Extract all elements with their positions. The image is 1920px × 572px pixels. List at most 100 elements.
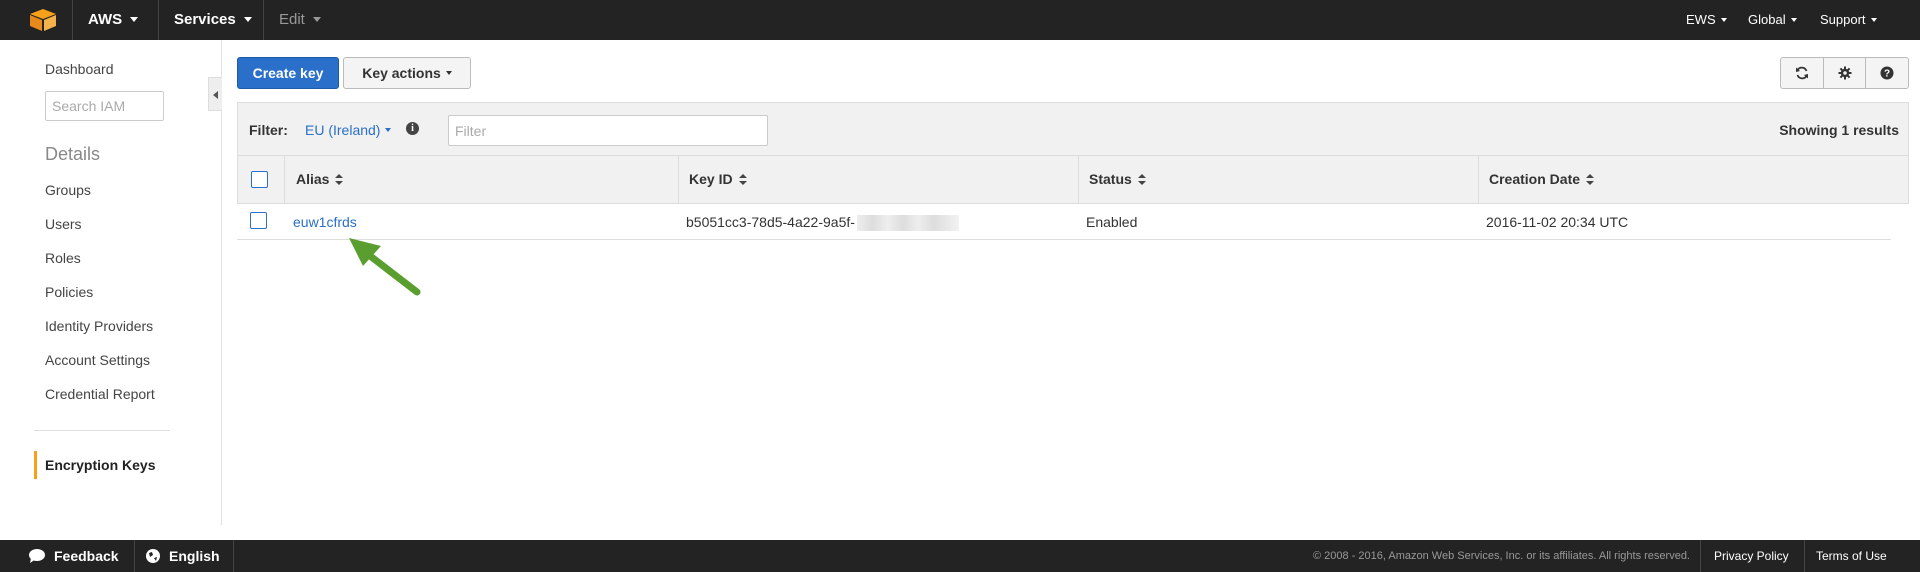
- aws-menu-label: AWS: [88, 11, 123, 28]
- footer-divider: [134, 540, 135, 572]
- keys-table-panel: Filter: EU (Ireland) i Showing 1 results…: [237, 102, 1909, 240]
- refresh-button[interactable]: [1781, 58, 1824, 88]
- column-header-label: Key ID: [689, 171, 733, 187]
- sort-icon: [335, 173, 344, 185]
- column-divider: [678, 156, 679, 203]
- create-key-button[interactable]: Create key: [237, 57, 339, 89]
- chevron-down-icon: [445, 71, 452, 76]
- sidebar-item-credential-report[interactable]: Credential Report: [45, 386, 155, 402]
- edit-menu-label: Edit: [279, 11, 305, 28]
- select-all-checkbox[interactable]: [251, 171, 268, 188]
- search-input[interactable]: [45, 91, 164, 121]
- sidebar: Dashboard Details Groups Users Roles Pol…: [0, 40, 222, 525]
- sidebar-item-policies[interactable]: Policies: [45, 284, 93, 300]
- key-id-cell: b5051cc3-78d5-4a22-9a5f-: [686, 214, 959, 232]
- feedback-label: Feedback: [54, 548, 119, 564]
- sidebar-divider: [34, 430, 170, 431]
- footer-divider: [233, 540, 234, 572]
- chevron-down-icon: [243, 16, 252, 22]
- column-header-label: Status: [1089, 171, 1132, 187]
- language-selector[interactable]: English: [145, 540, 220, 572]
- language-label: English: [169, 548, 220, 564]
- column-divider: [1078, 156, 1079, 203]
- help-button[interactable]: ?: [1866, 58, 1908, 88]
- redacted-block: [856, 215, 959, 232]
- table-row[interactable]: euw1cfrds b5051cc3-78d5-4a22-9a5f- Enabl…: [237, 204, 1891, 240]
- key-actions-label: Key actions: [362, 65, 441, 81]
- account-menu-label: EWS: [1686, 12, 1716, 27]
- footer-bar: Feedback English © 2008 - 2016, Amazon W…: [0, 540, 1920, 572]
- gear-icon: [1838, 66, 1851, 80]
- sidebar-item-groups[interactable]: Groups: [45, 182, 91, 198]
- results-count: Showing 1 results: [1779, 122, 1899, 138]
- chevron-down-icon: [385, 128, 392, 133]
- key-id-value: b5051cc3-78d5-4a22-9a5f-: [686, 214, 855, 230]
- sidebar-item-users[interactable]: Users: [45, 216, 82, 232]
- table-header: Alias Key ID Status Creation Date: [237, 156, 1909, 204]
- feedback-button[interactable]: Feedback: [28, 540, 119, 572]
- chevron-down-icon: [1720, 17, 1727, 22]
- active-indicator: [34, 451, 37, 479]
- region-menu[interactable]: Global: [1748, 0, 1797, 40]
- top-navigation-bar: AWS Services Edit EWS Global Support: [0, 0, 1920, 40]
- support-menu[interactable]: Support: [1820, 0, 1877, 40]
- key-actions-button[interactable]: Key actions: [343, 57, 471, 89]
- sidebar-item-account-settings[interactable]: Account Settings: [45, 352, 150, 368]
- key-alias-link[interactable]: euw1cfrds: [293, 214, 357, 230]
- filter-bar: Filter: EU (Ireland) i Showing 1 results: [237, 102, 1909, 156]
- footer-divider: [1700, 540, 1701, 572]
- chevron-down-icon: [130, 16, 139, 22]
- annotation-arrow-icon: [349, 238, 421, 296]
- region-menu-label: Global: [1748, 12, 1786, 27]
- column-header-status[interactable]: Status: [1089, 156, 1146, 203]
- column-header-key-id[interactable]: Key ID: [689, 156, 747, 203]
- sidebar-details-heading: Details: [45, 144, 101, 164]
- info-icon[interactable]: i: [406, 122, 419, 135]
- services-menu[interactable]: Services: [174, 0, 252, 40]
- globe-icon: [146, 549, 160, 564]
- column-divider: [1478, 156, 1479, 203]
- chat-bubble-icon: [29, 549, 45, 564]
- region-filter-dropdown[interactable]: EU (Ireland): [305, 122, 392, 138]
- filter-input[interactable]: [448, 115, 768, 146]
- sidebar-item-encryption-keys[interactable]: Encryption Keys: [45, 457, 155, 473]
- services-menu-label: Services: [174, 11, 236, 28]
- filter-label: Filter:: [249, 122, 288, 138]
- copyright-text: © 2008 - 2016, Amazon Web Services, Inc.…: [1313, 550, 1690, 562]
- edit-menu[interactable]: Edit: [279, 0, 321, 40]
- column-header-label: Alias: [296, 171, 330, 187]
- chevron-down-icon: [1870, 17, 1877, 22]
- help-icon: ?: [1880, 66, 1894, 80]
- aws-logo-icon[interactable]: [30, 9, 56, 31]
- aws-menu[interactable]: AWS: [88, 0, 139, 40]
- settings-button[interactable]: [1824, 58, 1867, 88]
- sidebar-item-roles[interactable]: Roles: [45, 250, 81, 266]
- toolbar-icon-group: ?: [1780, 57, 1909, 89]
- nav-divider: [158, 0, 159, 40]
- sort-icon: [738, 173, 747, 185]
- column-header-label: Creation Date: [1489, 171, 1581, 187]
- status-cell: Enabled: [1086, 214, 1138, 230]
- footer-divider: [1804, 540, 1805, 572]
- sidebar-collapse-button[interactable]: [208, 77, 222, 111]
- creation-date-cell: 2016-11-02 20:34 UTC: [1486, 214, 1629, 230]
- sidebar-item-identity-providers[interactable]: Identity Providers: [45, 318, 153, 334]
- chevron-left-icon: [213, 91, 218, 99]
- nav-divider: [72, 0, 73, 40]
- nav-divider: [263, 0, 264, 40]
- sidebar-item-dashboard[interactable]: Dashboard: [45, 61, 114, 77]
- chevron-down-icon: [312, 16, 321, 22]
- privacy-policy-link[interactable]: Privacy Policy: [1714, 540, 1789, 572]
- account-menu[interactable]: EWS: [1686, 0, 1727, 40]
- sort-icon: [1586, 173, 1595, 185]
- support-menu-label: Support: [1820, 12, 1866, 27]
- column-divider: [284, 156, 285, 203]
- svg-text:?: ?: [1884, 69, 1890, 80]
- chevron-down-icon: [1790, 17, 1797, 22]
- region-filter-label: EU (Ireland): [305, 122, 381, 138]
- terms-of-use-link[interactable]: Terms of Use: [1816, 540, 1887, 572]
- row-checkbox[interactable]: [250, 212, 267, 229]
- sort-icon: [1137, 173, 1146, 185]
- column-header-alias[interactable]: Alias: [296, 156, 344, 203]
- column-header-creation-date[interactable]: Creation Date: [1489, 156, 1595, 203]
